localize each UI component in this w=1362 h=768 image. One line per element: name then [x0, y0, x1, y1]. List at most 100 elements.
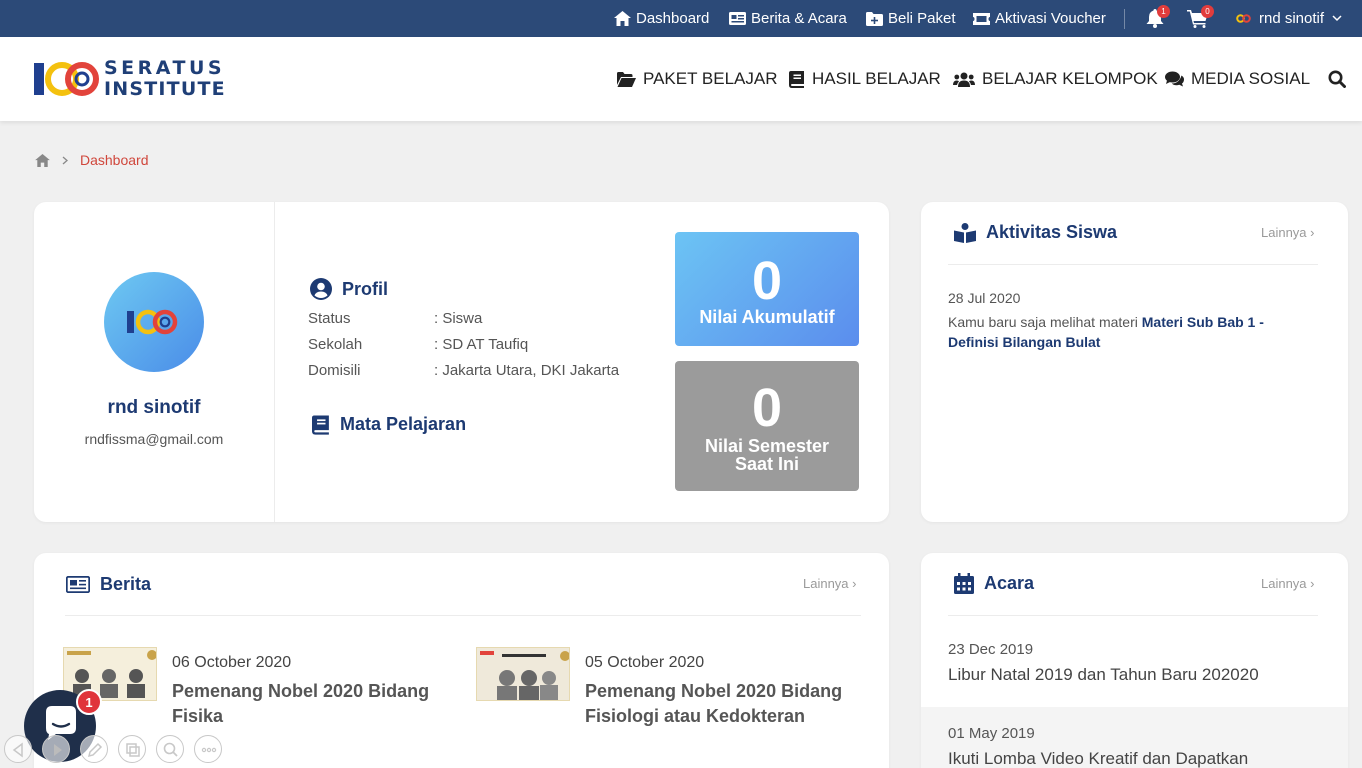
user-email: rndfissma@gmail.com [84, 431, 224, 447]
calendar-icon [954, 573, 974, 594]
chevron-down-icon [1332, 15, 1342, 22]
more-label: Lainnya [1261, 225, 1307, 240]
user-logo-icon [1236, 14, 1251, 23]
score-semester-label-line2: Saat Ini [734, 454, 800, 474]
news-title-label: Berita [100, 574, 152, 594]
events-section-title: Acara [954, 573, 1034, 594]
users-icon [953, 72, 975, 87]
brand-line2: INSTITUTE [104, 78, 226, 100]
news-date: 05 October 2020 [585, 654, 705, 671]
nav-paket-belajar[interactable]: PAKET BELAJAR [617, 37, 777, 121]
news-date: 06 October 2020 [172, 654, 292, 671]
profile-card: rnd sinotif rndfissma@gmail.com Profil S… [34, 202, 889, 522]
score-semester-value: 0 [751, 378, 783, 438]
ticket-icon [973, 12, 990, 25]
activity-divider [948, 264, 1318, 265]
more-label: Lainnya [1261, 576, 1307, 591]
nav-label: MEDIA SOSIAL [1191, 69, 1311, 88]
play-icon [54, 744, 62, 756]
profile-title-label: Profil [342, 278, 389, 299]
search-button[interactable] [1328, 37, 1346, 121]
pencil-icon [87, 742, 103, 758]
breadcrumb-current[interactable]: Dashboard [80, 152, 149, 168]
profile-row-value: : Jakarta Utara, DKI Jakarta [434, 362, 620, 379]
comments-icon [1165, 71, 1184, 87]
user-circle-icon [310, 278, 332, 300]
more-options-control[interactable] [194, 735, 222, 763]
edit-control[interactable] [80, 735, 108, 763]
news-thumbnail[interactable] [476, 647, 570, 701]
activity-section-title: Aktivitas Siswa [954, 222, 1117, 243]
activity-text: Kamu baru saja melihat materi [948, 314, 1142, 330]
user-name-label: rnd sinotif [1259, 10, 1325, 27]
home-icon[interactable] [35, 153, 50, 167]
notification-count-badge: 1 [1157, 5, 1170, 18]
copy-control[interactable] [118, 735, 146, 763]
event-title[interactable]: Ikuti Lomba Video Kreatif dan Dapatkan [948, 749, 1248, 768]
previous-control[interactable] [4, 735, 32, 763]
profile-row-label: Status [308, 310, 351, 327]
news-more-link[interactable]: Lainnya › [803, 576, 857, 591]
book-icon [312, 414, 329, 435]
copy-icon [126, 743, 140, 757]
news-section-title: Berita [66, 574, 151, 595]
triangle-left-icon [12, 742, 23, 758]
user-menu[interactable]: rnd sinotif [1236, 0, 1342, 37]
topbar-link-label: Beli Paket [888, 10, 956, 27]
profile-section-title: Profil [310, 278, 388, 300]
profile-divider [274, 202, 275, 522]
magnifier-icon [163, 742, 178, 757]
cart-count-badge: 0 [1201, 5, 1214, 18]
folder-open-icon [617, 71, 636, 87]
topbar-link-label: Berita & Acara [751, 10, 847, 27]
topbar-link-beli-paket[interactable]: Beli Paket [866, 0, 956, 37]
zoom-control[interactable] [156, 735, 184, 763]
profile-row-label: Domisili [308, 362, 361, 379]
events-more-link[interactable]: Lainnya › [1261, 576, 1315, 591]
score-accumulative-label: Nilai Akumulatif [699, 307, 835, 327]
subjects-title-label: Mata Pelajaran [340, 414, 467, 434]
brand-logo[interactable]: SERATUS INSTITUTE [34, 59, 225, 101]
user-display-name: rnd sinotif [107, 397, 201, 418]
nav-label: BELAJAR KELOMPOK [982, 69, 1158, 88]
events-divider [948, 615, 1318, 616]
score-accumulative-box: 0 Nilai Akumulatif [675, 232, 859, 346]
news-item-title[interactable]: Pemenang Nobel 2020 Bidang Fisiologi ata… [585, 679, 875, 729]
topbar-link-berita-acara[interactable]: Berita & Acara [729, 0, 847, 37]
nav-hasil-belajar[interactable]: HASIL BELAJAR [789, 37, 941, 121]
activity-description: Kamu baru saja melihat materi Materi Sub… [948, 312, 1308, 352]
chat-unread-badge: 1 [76, 689, 102, 715]
score-accumulative-value: 0 [751, 251, 783, 311]
newspaper-icon [729, 12, 746, 25]
events-card: Acara Lainnya › 23 Dec 2019 Libur Natal … [921, 553, 1348, 768]
play-control[interactable] [42, 735, 70, 763]
profile-row-label: Sekolah [308, 336, 363, 353]
news-divider [65, 615, 861, 616]
brand-name: SERATUS INSTITUTE [104, 59, 226, 99]
activity-title-label: Aktivitas Siswa [986, 222, 1118, 242]
newspaper-icon [66, 576, 90, 593]
folder-plus-icon [866, 11, 883, 26]
news-item-title[interactable]: Pemenang Nobel 2020 Bidang Fisika [172, 679, 462, 729]
nobel-laureates-image-icon [477, 648, 569, 700]
nav-label: HASIL BELAJAR [812, 69, 941, 88]
reader-icon [954, 222, 976, 243]
activity-card: Aktivitas Siswa Lainnya › 28 Jul 2020 Ka… [921, 202, 1348, 522]
topbar-link-aktivasi-voucher[interactable]: Aktivasi Voucher [973, 0, 1106, 37]
more-label: Lainnya [803, 576, 849, 591]
nav-label: PAKET BELAJAR [643, 69, 778, 88]
event-date: 23 Dec 2019 [948, 641, 1034, 658]
book-icon [789, 70, 804, 88]
activity-more-link[interactable]: Lainnya › [1261, 225, 1315, 240]
score-semester-label-line1: Nilai Semester [704, 436, 830, 456]
nav-belajar-kelompok[interactable]: BELAJAR KELOMPOK [953, 37, 1158, 121]
subjects-section-title[interactable]: Mata Pelajaran [312, 414, 466, 435]
avatar-logo-icon [127, 309, 178, 335]
main-header: SERATUS INSTITUTE PAKET BELAJAR HASIL BE… [0, 37, 1362, 121]
nav-media-sosial[interactable]: MEDIA SOSIAL [1165, 37, 1310, 121]
event-title[interactable]: Libur Natal 2019 dan Tahun Baru 202020 [948, 665, 1259, 685]
profile-row-value: : Siswa [434, 310, 483, 327]
topbar-link-dashboard[interactable]: Dashboard [614, 0, 709, 37]
topbar-link-label: Dashboard [636, 10, 710, 27]
topbar-link-label: Aktivasi Voucher [995, 10, 1106, 27]
